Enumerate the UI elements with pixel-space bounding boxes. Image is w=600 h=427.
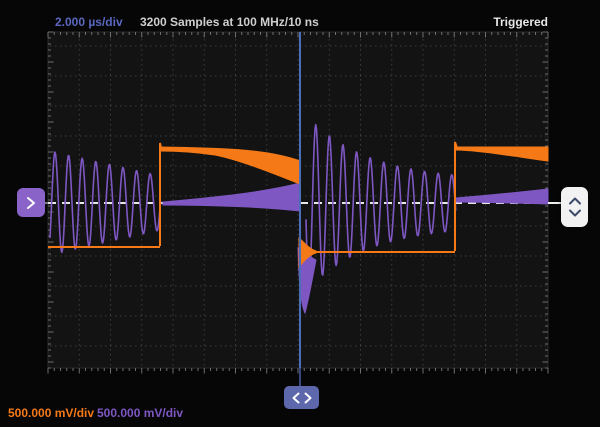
channel1-scale-readout: 500.000 mV/div xyxy=(8,406,94,420)
chevron-right-icon xyxy=(25,196,37,210)
chevron-down-icon xyxy=(568,209,582,217)
trigger-level-stepper[interactable] xyxy=(561,187,588,227)
channel-1-square-trace xyxy=(160,143,161,246)
chevron-right-icon xyxy=(304,392,312,404)
trigger-position-handle[interactable] xyxy=(284,386,319,409)
trigger-status-badge: Triggered xyxy=(493,15,548,29)
chevron-left-icon xyxy=(292,392,300,404)
timebase-readout: 2.000 µs/div xyxy=(55,15,123,29)
channel2-scale-readout: 500.000 mV/div xyxy=(97,406,183,420)
oscilloscope-app: 2.000 µs/div 3200 Samples at 100 MHz/10 … xyxy=(0,0,600,427)
chevron-up-icon xyxy=(568,197,582,205)
sample-info-readout: 3200 Samples at 100 MHz/10 ns xyxy=(140,15,319,29)
channel-offset-handle-button[interactable] xyxy=(17,188,45,217)
oscilloscope-display[interactable] xyxy=(0,0,600,427)
